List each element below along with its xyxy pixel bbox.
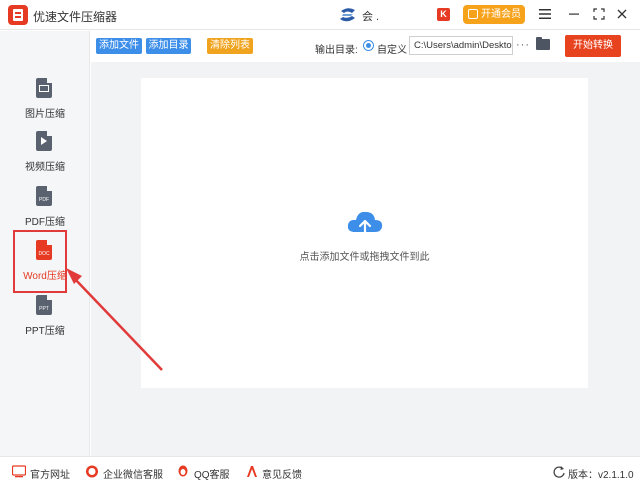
ppt-file-icon: PPT [36, 295, 52, 315]
sidebar-item-image[interactable]: 图片压缩 [0, 78, 90, 128]
version-label: 版本： [568, 470, 598, 481]
app-title: 优速文件压缩器 [33, 10, 118, 24]
qq-icon [178, 465, 188, 477]
title-bar: 优速文件压缩器 会 . K 开通会员 [0, 0, 640, 30]
browse-more-button[interactable]: ··· [516, 39, 530, 51]
minimize-icon[interactable] [566, 6, 582, 22]
sidebar-item-label: PDF压缩 [25, 217, 65, 228]
custom-radio-label[interactable]: 自定义 [377, 41, 407, 56]
qq-service-link[interactable]: QQ客服 [194, 466, 230, 481]
sidebar-item-label: 视频压缩 [25, 162, 65, 173]
vip-button[interactable]: 开通会员 [463, 5, 525, 24]
sidebar-item-ppt[interactable]: PPT PPT压缩 [0, 295, 90, 345]
official-site-link[interactable]: 官方网址 [30, 466, 70, 481]
drop-hint-text: 点击添加文件或拖拽文件到此 [299, 252, 430, 263]
start-convert-button[interactable]: 开始转换 [565, 35, 621, 57]
folder-icon[interactable] [536, 37, 550, 50]
pdf-file-icon: PDF [36, 186, 52, 206]
custom-radio[interactable] [363, 40, 374, 51]
close-icon[interactable] [614, 6, 630, 22]
add-directory-button[interactable]: 添加目录 [146, 38, 191, 54]
image-file-icon [36, 78, 52, 98]
annotation-highlight-box [13, 230, 67, 293]
sidebar-item-pdf[interactable]: PDF PDF压缩 [0, 186, 90, 236]
sidebar-item-label: 图片压缩 [25, 109, 65, 120]
refresh-icon[interactable] [552, 465, 566, 478]
version-info: 版本：v2.1.1.0 [568, 466, 634, 481]
video-file-icon [36, 131, 52, 151]
user-logo-icon [340, 8, 355, 22]
user-name[interactable]: 会 . [362, 8, 379, 24]
app-logo-icon [8, 5, 28, 25]
vip-button-label: 开通会员 [481, 9, 521, 20]
cloud-upload-icon [347, 211, 383, 238]
version-value: v2.1.1.0 [598, 470, 634, 481]
output-directory-label: 输出目录: [315, 45, 358, 56]
add-file-button[interactable]: 添加文件 [96, 38, 142, 54]
wechat-service-link[interactable]: 企业微信客服 [103, 466, 163, 481]
vip-icon [468, 9, 478, 19]
file-drop-zone[interactable]: 点击添加文件或拖拽文件到此 [141, 78, 588, 388]
feedback-icon [247, 466, 257, 477]
maximize-icon[interactable] [591, 6, 607, 22]
feedback-link[interactable]: 意见反馈 [262, 466, 302, 481]
k-badge-icon[interactable]: K [437, 8, 450, 21]
footer-bar: 官方网址 企业微信客服 QQ客服 意见反馈 版本：v2.1.1.0 [0, 456, 640, 486]
sidebar-item-video[interactable]: 视频压缩 [0, 131, 90, 181]
wechat-service-icon [86, 465, 98, 478]
clear-list-button[interactable]: 清除列表 [207, 38, 253, 54]
output-path-input[interactable]: C:\Users\admin\Deskto [409, 36, 513, 55]
website-icon [12, 465, 26, 478]
sidebar-item-label: PPT压缩 [25, 326, 65, 337]
menu-icon[interactable] [537, 6, 553, 22]
